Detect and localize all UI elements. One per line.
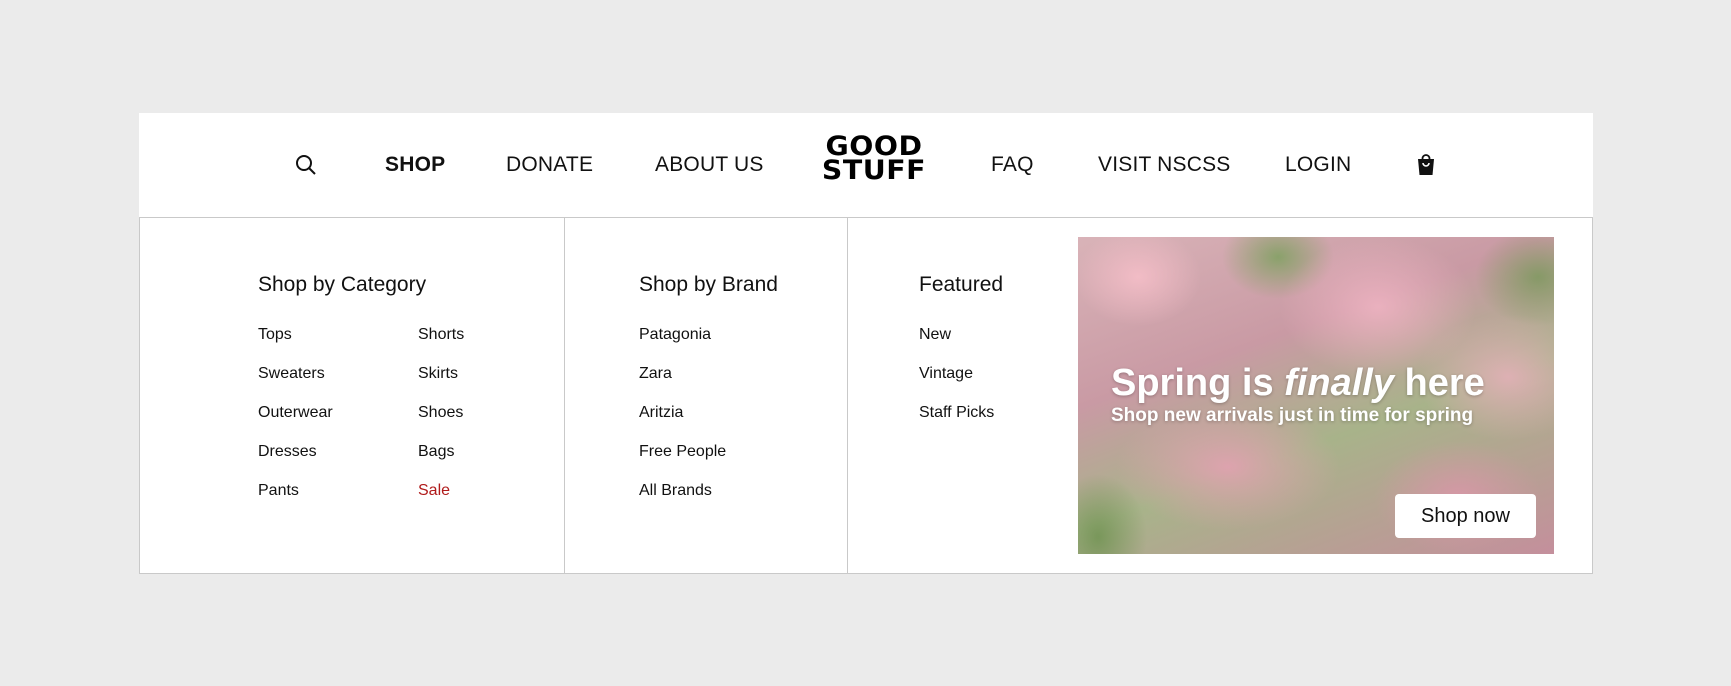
category-link-shoes[interactable]: Shoes	[418, 404, 463, 422]
promo-title-part2: here	[1393, 362, 1485, 404]
featured-link-staff-picks[interactable]: Staff Picks	[919, 404, 994, 422]
nav-donate[interactable]: DONATE	[506, 113, 593, 217]
category-link-bags[interactable]: Bags	[418, 443, 454, 461]
featured-link-vintage[interactable]: Vintage	[919, 365, 973, 383]
brand-link-all-brands[interactable]: All Brands	[639, 482, 712, 500]
brand-link-aritzia[interactable]: Aritzia	[639, 404, 683, 422]
brand-link-zara[interactable]: Zara	[639, 365, 672, 383]
category-link-tops[interactable]: Tops	[258, 326, 292, 344]
featured-link-new[interactable]: New	[919, 326, 951, 344]
featured-title: Featured	[919, 273, 1004, 296]
mega-menu-frame: SHOP DONATE ABOUT US GOOD STUFF FAQ VISI…	[139, 113, 1593, 574]
nav-login[interactable]: LOGIN	[1285, 113, 1351, 217]
column-divider	[847, 218, 848, 573]
good-stuff-logo[interactable]: GOOD STUFF	[816, 133, 932, 195]
category-link-sweaters[interactable]: Sweaters	[258, 365, 325, 383]
brand-link-free-people[interactable]: Free People	[639, 443, 726, 461]
shop-now-button[interactable]: Shop now	[1395, 494, 1536, 538]
promo-title-part1: Spring is	[1111, 362, 1285, 404]
top-navigation-bar: SHOP DONATE ABOUT US GOOD STUFF FAQ VISI…	[139, 113, 1593, 217]
nav-shop[interactable]: SHOP	[385, 113, 445, 217]
category-title: Shop by Category	[258, 273, 427, 296]
category-link-shorts[interactable]: Shorts	[418, 326, 464, 344]
column-divider	[564, 218, 565, 573]
category-link-dresses[interactable]: Dresses	[258, 443, 317, 461]
search-icon[interactable]	[295, 113, 317, 217]
shopping-bag-icon[interactable]	[1415, 113, 1437, 217]
category-link-sale[interactable]: Sale	[418, 482, 450, 500]
promo-subtitle: Shop new arrivals just in time for sprin…	[1111, 405, 1474, 426]
promo-title-emphasis: finally	[1284, 362, 1394, 404]
category-link-pants[interactable]: Pants	[258, 482, 299, 500]
brand-title: Shop by Brand	[639, 273, 778, 296]
logo-line-2: STUFF	[821, 155, 927, 186]
dropdown-panel: Shop by Category Tops Sweaters Outerwear…	[139, 217, 1593, 574]
category-link-skirts[interactable]: Skirts	[418, 365, 458, 383]
nav-faq[interactable]: FAQ	[991, 113, 1034, 217]
nav-about-us[interactable]: ABOUT US	[655, 113, 764, 217]
promo-title: Spring is finally here	[1111, 362, 1485, 405]
nav-visit-nscss[interactable]: VISIT NSCSS	[1098, 113, 1231, 217]
spring-promo-banner[interactable]: Spring is finally here Shop new arrivals…	[1078, 237, 1554, 554]
category-link-outerwear[interactable]: Outerwear	[258, 404, 333, 422]
brand-link-patagonia[interactable]: Patagonia	[639, 326, 711, 344]
